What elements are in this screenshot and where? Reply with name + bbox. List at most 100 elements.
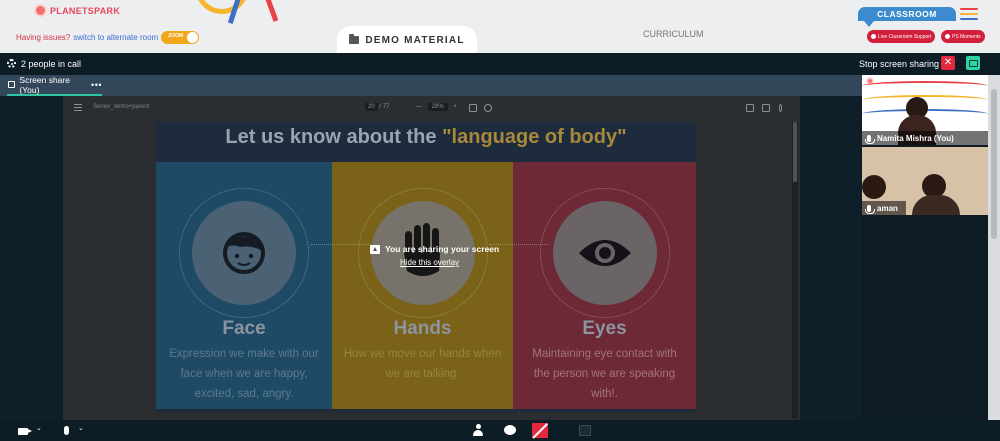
microphone-icon[interactable] [64, 426, 69, 435]
pdf-scrollbar[interactable] [792, 122, 798, 418]
sharing-overlay: You are sharing your screen Hide this ov… [370, 244, 500, 267]
page-scrollbar[interactable] [988, 75, 1000, 420]
chat-icon[interactable] [504, 425, 516, 435]
issue-notice: Having issues? switch to alternate room … [16, 31, 200, 44]
icon-circle [192, 201, 296, 305]
zoom-in-button[interactable]: + [453, 104, 457, 110]
card-title: Eyes [582, 318, 627, 339]
toggle-label: ZOOM [168, 33, 184, 39]
participant-name: Namita Mishra (You) [877, 133, 954, 143]
ps-moments-label: PS Moments [952, 33, 981, 40]
logo-icon [34, 4, 47, 17]
participant-name: aman [877, 203, 898, 213]
sharing-message: You are sharing your screen [385, 244, 500, 254]
share-screen-icon [370, 244, 380, 254]
card-title: Hands [393, 318, 452, 339]
card-face: Face Expression we make with our face wh… [156, 162, 332, 409]
slide-title-prefix: Let us know about the [225, 126, 437, 148]
share-tab-strip: Screen share (You) ••• [0, 75, 862, 96]
top-header: PLANETSPARK Having issues? switch to alt… [0, 0, 1000, 53]
live-support-label: Live Classroom Support [878, 33, 932, 40]
decorative-arc [195, 0, 249, 14]
card-description: Maintaining eye contact with the person … [532, 348, 677, 400]
more-vertical-icon[interactable] [779, 104, 782, 112]
card-description: Expression we make with our face when we… [169, 348, 319, 400]
card-eyes: Eyes Maintaining eye contact with the pe… [513, 162, 696, 409]
camera-icon[interactable] [18, 428, 32, 435]
tab-screen-share[interactable]: Screen share (You) ••• [7, 75, 102, 96]
screen-share-toggle-button[interactable] [966, 56, 980, 70]
page-indicator: 20 / 77 [365, 103, 389, 111]
zoom-input[interactable]: 28% [427, 103, 448, 111]
participant-tile[interactable]: aman [862, 147, 988, 215]
call-bar: 2 people in call Stop screen sharing [0, 53, 1000, 75]
bottom-toolbar: ⌄ ⌄ [0, 420, 1000, 441]
participant-tile[interactable]: Namita Mishra (You) [862, 75, 988, 145]
switch-room-link[interactable]: switch to alternate room [73, 33, 158, 42]
classroom-badge[interactable]: CLASSROOM [858, 7, 956, 21]
card-title: Face [222, 318, 266, 339]
scroll-thumb[interactable] [793, 122, 797, 182]
tab-demo-material[interactable]: DEMO MATERIAL [337, 26, 477, 53]
issue-text: Having issues? [16, 33, 71, 42]
logo-text: PLANETSPARK [50, 5, 121, 16]
zoom-out-button[interactable]: — [416, 104, 422, 110]
room-toggle[interactable]: ZOOM [161, 31, 200, 44]
card-description: How we move our hands when we are talkin… [343, 348, 502, 380]
slide-footer [156, 409, 696, 412]
planetspark-logo[interactable]: PLANETSPARK [34, 4, 120, 17]
participant-name-bar: Namita Mishra (You) [862, 131, 988, 145]
tab-curriculum[interactable]: CURRICULUM [643, 29, 704, 39]
more-options-icon[interactable]: ••• [91, 80, 102, 90]
scroll-thumb[interactable] [991, 89, 997, 239]
dotted-ring [540, 188, 670, 318]
menu-line [960, 13, 978, 15]
rotate-icon[interactable] [484, 104, 492, 112]
grid-view-icon[interactable] [579, 425, 591, 436]
mic-icon [865, 204, 875, 214]
stop-sharing-label: Stop screen sharing [859, 59, 940, 69]
icon-circle [553, 201, 657, 305]
hide-overlay-link[interactable]: Hide this overlay [400, 258, 500, 267]
mic-icon [865, 134, 875, 144]
card-hands: Hands How we move our hands when we are … [332, 162, 513, 409]
print-icon[interactable] [762, 104, 770, 112]
participant-video [862, 175, 886, 199]
decorative-wave [862, 81, 988, 91]
share-tab-label: Screen share (You) [19, 74, 70, 95]
ps-moments-button[interactable]: PS Moments [941, 30, 985, 43]
toggle-knob [187, 32, 199, 43]
participant-name-bar: aman [862, 201, 906, 215]
pdf-toolbar: Senior_demo+parent 20 / 77 — 28% + [63, 96, 800, 120]
eye-icon [579, 240, 631, 266]
menu-icon[interactable] [74, 104, 82, 113]
classroom-label: CLASSROOM [877, 9, 937, 19]
menu-line [960, 8, 978, 10]
participants-icon[interactable] [473, 424, 483, 437]
page-total: / 77 [379, 104, 390, 110]
tab-label: DEMO MATERIAL [365, 34, 465, 46]
support-icon [871, 34, 876, 39]
hamburger-menu-icon[interactable] [960, 8, 978, 23]
decorative-stroke [262, 0, 279, 22]
page-input[interactable]: 20 [365, 103, 378, 111]
whiteboard-off-icon[interactable] [532, 423, 548, 438]
chevron-down-icon[interactable]: ⌄ [36, 424, 42, 432]
participant-video [912, 195, 960, 215]
slide-title: Let us know about the "language of body" [156, 126, 696, 149]
fit-page-icon[interactable] [469, 104, 477, 112]
download-icon[interactable] [746, 104, 754, 112]
zoom-control: — 28% + [416, 103, 457, 111]
pdf-title: Senior_demo+parent [93, 104, 150, 110]
live-support-button[interactable]: Live Classroom Support [867, 30, 936, 43]
menu-line [960, 18, 978, 20]
dotted-connector [311, 244, 371, 245]
slide: Let us know about the "language of body" [156, 122, 696, 412]
gear-icon[interactable] [7, 59, 16, 68]
monitor-icon [8, 81, 16, 88]
badge-pointer [864, 21, 874, 27]
face-icon [223, 232, 265, 274]
dotted-ring [179, 188, 309, 318]
stop-sharing-button[interactable]: ✕ [941, 56, 955, 70]
chevron-down-icon[interactable]: ⌄ [78, 424, 84, 432]
